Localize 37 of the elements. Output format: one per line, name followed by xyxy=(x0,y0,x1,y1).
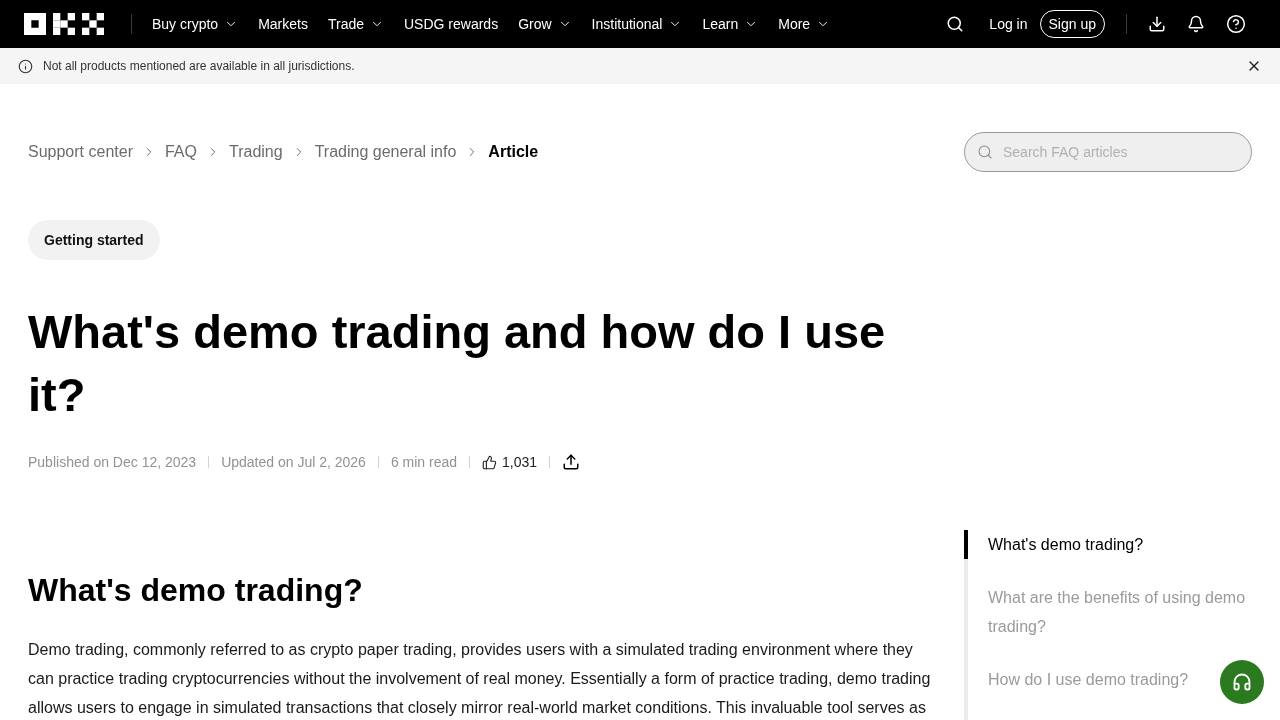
nav-menu-item[interactable]: More xyxy=(778,14,831,34)
nav-menu-item[interactable]: Learn xyxy=(702,14,759,34)
breadcrumb-link[interactable]: Trading xyxy=(228,141,283,163)
nav-menu-item[interactable]: Institutional xyxy=(591,14,683,34)
info-icon xyxy=(18,58,33,74)
share-icon[interactable] xyxy=(562,453,581,471)
search-field[interactable]: Search FAQ articles xyxy=(964,132,1252,172)
read-time: 6 min read xyxy=(390,454,458,470)
help-icon[interactable] xyxy=(1226,14,1246,34)
bell-icon[interactable] xyxy=(1187,15,1205,33)
article-title: What's demo trading and how do I use it? xyxy=(28,304,887,423)
section-heading: What's demo trading? xyxy=(28,571,364,610)
nav-menu-item[interactable]: Trade xyxy=(327,14,384,34)
nav-menu-item[interactable]: Markets xyxy=(258,14,308,34)
logo[interactable] xyxy=(24,13,104,35)
like-button[interactable]: 1,031 xyxy=(482,452,538,472)
breadcrumb-link[interactable]: Support center xyxy=(28,141,133,163)
headphones-icon xyxy=(1232,672,1252,692)
thumbs-up-icon xyxy=(482,454,498,470)
notice-text: Not all products mentioned are available in all jurisdictions. xyxy=(43,59,355,73)
nav-menu-item[interactable]: Buy crypto xyxy=(152,14,239,34)
log-in-link[interactable]: Log in xyxy=(989,14,1028,34)
nav-menu-item[interactable]: Grow xyxy=(518,14,572,34)
nav-menu-item[interactable]: USDG rewards xyxy=(404,14,499,34)
search-icon xyxy=(977,144,993,160)
support-chat-button[interactable] xyxy=(1220,660,1264,704)
download-icon[interactable] xyxy=(1148,15,1166,33)
category-tag[interactable]: Getting started xyxy=(28,220,160,260)
updated-date: Updated on Jul 2, 2026 xyxy=(221,454,366,470)
current-page-label: Article xyxy=(488,142,539,162)
body-paragraph: Demo trading, commonly referred to as crypto paper trading, provides users with a simulated trading environment where they can practice trading cryptocurrencies without the involvement of real money. Essentially a form of practice trading, demo trading allows users to engage in simulated transactions that closely mirror real-world market conditions. This invaluable tool serves as xyxy=(28,640,932,718)
sign-up-button[interactable]: Sign up xyxy=(1039,10,1105,38)
published-date: Published on Dec 12, 2023 xyxy=(28,454,197,470)
breadcrumb-link[interactable]: Trading general info xyxy=(314,141,457,163)
search-icon[interactable] xyxy=(946,15,965,33)
table-of-contents-item[interactable]: What's demo trading? xyxy=(964,530,1144,559)
breadcrumb-link[interactable]: FAQ xyxy=(164,141,197,163)
